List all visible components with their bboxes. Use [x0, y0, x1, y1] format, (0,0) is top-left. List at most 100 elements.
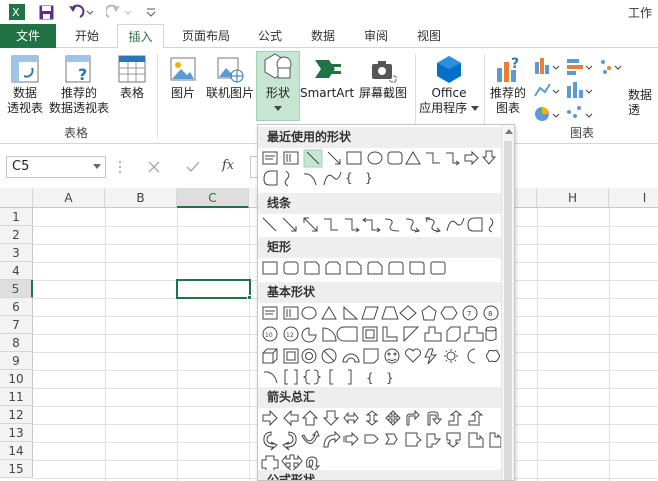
- svg-text:}: }: [365, 171, 373, 185]
- pivot-table-button[interactable]: 数据 透视表: [4, 54, 46, 116]
- undo-icon[interactable]: [66, 3, 96, 21]
- recommended-charts-label-2: 图表: [495, 101, 520, 115]
- tab-view[interactable]: 视图: [406, 24, 452, 48]
- pie-chart-icon: [535, 107, 560, 121]
- table-icon: [118, 55, 146, 83]
- row-header[interactable]: 13: [0, 424, 33, 442]
- tab-page-layout[interactable]: 页面布局: [172, 24, 240, 48]
- row-header[interactable]: 9: [0, 352, 33, 370]
- row-header[interactable]: 3: [0, 244, 33, 262]
- smartart-button[interactable]: SmartArt: [300, 54, 354, 101]
- svg-text:{: {: [345, 171, 353, 185]
- tab-file[interactable]: 文件: [0, 24, 56, 48]
- save-icon[interactable]: [37, 3, 55, 21]
- recommended-pivot-button[interactable]: ? 推荐的 数据透视表: [47, 54, 111, 116]
- tab-data[interactable]: 数据: [300, 24, 346, 48]
- table-label: 表格: [119, 86, 144, 100]
- row-header[interactable]: 5: [0, 280, 33, 298]
- column-header[interactable]: H: [537, 188, 609, 208]
- office-dropdown-icon: [470, 106, 479, 111]
- shapes-dropdown-icon: [274, 106, 282, 111]
- svg-text:{: {: [366, 371, 374, 385]
- screenshot-label: 屏幕截图: [358, 86, 407, 100]
- recommended-charts-button[interactable]: ? 推荐的 图表: [487, 54, 529, 116]
- office-apps-label-1: Office: [431, 86, 467, 100]
- column-chart-icon: [535, 58, 560, 74]
- office-apps-label-2: 应用程序: [419, 101, 468, 115]
- office-apps-button[interactable]: Office 应用程序: [418, 54, 480, 116]
- scroll-up-icon[interactable]: [505, 129, 513, 135]
- column-header[interactable]: I: [609, 188, 658, 208]
- enter-icon[interactable]: [186, 161, 200, 173]
- online-picture-label: 联机图片: [205, 86, 254, 100]
- office-store-icon: [437, 56, 461, 83]
- rectangles-grid[interactable]: [261, 259, 501, 279]
- scatter-chart-2-icon: [567, 106, 593, 118]
- svg-text:10: 10: [265, 332, 273, 339]
- recommended-pivot-icon: ?: [65, 55, 91, 84]
- row-header[interactable]: 8: [0, 334, 33, 352]
- pivot-chart-button[interactable]: 数据透: [628, 88, 658, 118]
- row-header[interactable]: 7: [0, 316, 33, 334]
- online-picture-icon: [217, 57, 244, 83]
- cancel-icon[interactable]: [148, 161, 160, 173]
- chart-type-gallery[interactable]: [533, 56, 623, 122]
- tab-formulas[interactable]: 公式: [248, 24, 292, 48]
- lines-grid[interactable]: [261, 215, 501, 235]
- bar-chart-icon: [567, 59, 593, 75]
- row-header[interactable]: 6: [0, 298, 33, 316]
- pivot-table-icon: [11, 55, 39, 83]
- screenshot-icon: [372, 61, 397, 83]
- name-box-value: C5: [12, 159, 30, 174]
- customize-qat-icon[interactable]: [144, 3, 158, 21]
- svg-text:?: ?: [78, 65, 87, 84]
- ribbon-separator: [157, 54, 158, 138]
- row-header[interactable]: 14: [0, 442, 33, 460]
- tab-home[interactable]: 开始: [64, 24, 110, 48]
- recommended-pivot-label-2: 数据透视表: [48, 101, 109, 115]
- shapes-button[interactable]: 形状: [256, 51, 300, 121]
- picture-icon: [170, 57, 196, 81]
- pivot-table-label-2: 透视表: [6, 101, 43, 115]
- row-header[interactable]: 2: [0, 226, 33, 244]
- shapes-dropdown: 最近使用的形状 { } 线条 矩形 基本形状 7 8 10 12 {} 箭头总…: [257, 124, 515, 481]
- scroll-thumb[interactable]: [504, 141, 512, 480]
- row-header[interactable]: 10: [0, 370, 33, 388]
- row-header[interactable]: 4: [0, 262, 33, 280]
- pivot-chart-label: 数据透: [628, 88, 653, 117]
- excel-logo-icon: X: [8, 3, 26, 21]
- column-header[interactable]: B: [105, 188, 177, 208]
- svg-text:?: ?: [511, 56, 519, 72]
- tab-insert[interactable]: 插入: [117, 24, 164, 49]
- name-box[interactable]: C5: [6, 156, 106, 178]
- section-recent-shapes: 最近使用的形状: [258, 127, 502, 148]
- basic-shapes-grid[interactable]: 7 8 10 12 {}: [261, 304, 501, 388]
- title-bar: X 工作: [0, 0, 658, 24]
- recent-shapes-grid[interactable]: { }: [261, 149, 501, 189]
- pivot-table-label-1: 数据: [12, 86, 37, 100]
- column-header[interactable]: A: [33, 188, 105, 208]
- fill-handle[interactable]: [247, 295, 252, 300]
- tab-review[interactable]: 审阅: [353, 24, 399, 48]
- scatter-chart-icon: [601, 60, 622, 74]
- select-all-corner[interactable]: [0, 188, 33, 208]
- active-cell[interactable]: [176, 279, 251, 299]
- online-picture-button[interactable]: 联机图片: [204, 54, 256, 101]
- block-arrows-grid[interactable]: [261, 409, 501, 473]
- table-button[interactable]: 表格: [113, 54, 151, 101]
- svg-text:8: 8: [488, 310, 492, 318]
- line-chart-icon: [534, 83, 560, 97]
- column-header[interactable]: C: [177, 188, 249, 208]
- redo-icon[interactable]: [105, 3, 135, 21]
- insert-function-icon[interactable]: fx: [222, 158, 234, 173]
- screenshot-button[interactable]: 屏幕截图: [355, 54, 411, 101]
- statistic-chart-icon: [567, 82, 593, 98]
- row-header[interactable]: 1: [0, 208, 33, 226]
- row-header[interactable]: 15: [0, 460, 33, 478]
- svg-text:}: }: [386, 371, 394, 385]
- picture-button[interactable]: 图片: [164, 54, 202, 101]
- row-header[interactable]: 11: [0, 388, 33, 406]
- row-header[interactable]: 12: [0, 406, 33, 424]
- dropdown-scrollbar[interactable]: [501, 125, 514, 480]
- section-block-arrows: 箭头总汇: [258, 387, 502, 408]
